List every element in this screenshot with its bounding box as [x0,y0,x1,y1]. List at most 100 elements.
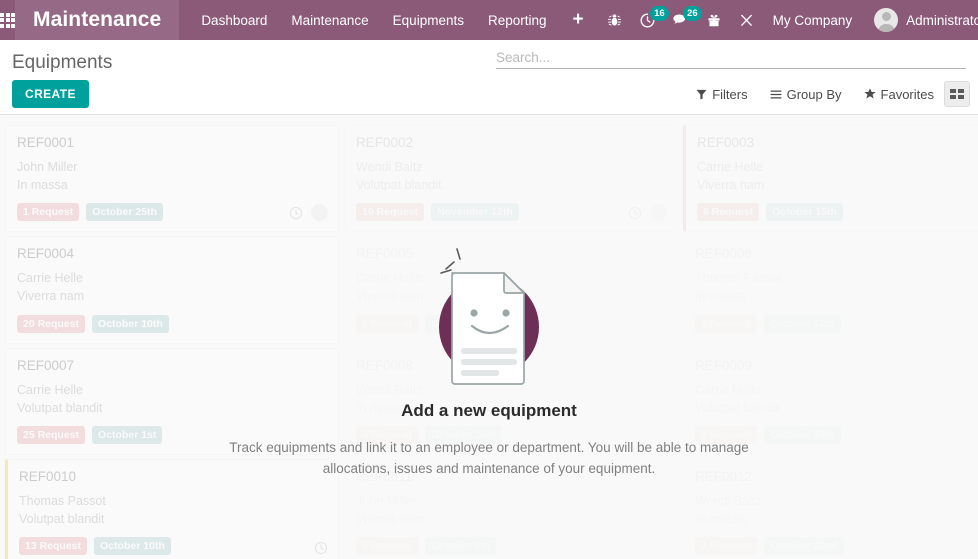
card-category: Volutpat blandit [19,511,105,526]
clock-icon [314,541,328,555]
kanban-view: REF0001 John Miller In massa 1 Request O… [0,115,978,559]
card-reference: REF0008 [356,358,666,373]
search-bar[interactable] [496,50,966,69]
kanban-card-ref0005[interactable]: REF0005 Carrie Helle Viverra nam 8 Reque… [344,236,678,343]
menu-item-reporting[interactable]: Reporting [476,0,559,40]
bug-icon [607,13,621,25]
card-tags: 10 Request November 12th [356,203,666,222]
kanban-card-ref0004[interactable]: REF0004 Carrie Helle Viverra nam 20 Requ… [5,236,339,344]
card-category: Viverra nam [356,510,666,528]
bug-icon-button[interactable] [598,0,631,40]
app-brand-maintenance[interactable]: Maintenance [15,0,180,40]
card-reference: REF0006 [695,246,978,261]
kanban-card-ref0003[interactable]: REF0003 Carrie Helle Viverra nam 6 Reque… [683,125,978,233]
card-date-tag: October 8th [425,537,496,555]
kanban-card-ref0011[interactable]: REF0011 John Miller Viverra nam 6 Reques… [344,459,678,559]
company-switcher[interactable]: My Company [763,0,863,40]
star-icon [863,88,876,99]
card-category: In massa [695,287,978,305]
card-reference: REF0003 [697,135,755,150]
card-tags: 6 Request October 15th [697,203,978,222]
card-request-tag: 10 Request [356,203,425,222]
kanban-view-button[interactable] [944,81,970,107]
search-options: Filters Group By Favorites [696,87,934,102]
card-tags: 13 Request October 10th [19,537,327,555]
filters-dropdown[interactable]: Filters [696,87,748,102]
favorites-dropdown[interactable]: Favorites [863,86,934,102]
kanban-card-ref0010[interactable]: REF0010 Thomas Passot Volutpat blandit 1… [5,458,339,559]
card-request-tag: 2 Request [695,537,757,555]
kanban-card-ref0009[interactable]: REF0009 Carrie Helle Volutpat blandit 9 … [683,348,978,455]
card-reference: REF0007 [17,357,75,373]
card-reference: REF0010 [19,468,77,484]
group-by-dropdown[interactable]: Group By [770,87,842,102]
card-owner: Carrie Helle [697,160,763,174]
kanban-card-ref0002[interactable]: REF0002 Wendi Baltz Volutpat blandit 10 … [344,125,678,233]
card-footer-right [314,541,328,555]
card-date-tag: October 20th [425,426,502,444]
kanban-card-ref0012[interactable]: REF0012 Wendi Baltz In massa 2 Request O… [683,459,978,559]
card-owner: Wendi Baltz [356,381,666,399]
card-request-tag: 8 Request [356,315,418,333]
search-input[interactable] [496,50,966,65]
control-panel: Equipments CREATE Filters Group By [0,40,978,115]
card-owner: Wendi Baltz [356,160,423,174]
kanban-grid-icon [950,89,964,99]
apps-grid-icon [0,12,15,28]
top-navbar: Maintenance Dashboard Maintenance Equipm… [0,0,978,40]
kanban-card-ref0007[interactable]: REF0007 Carrie Helle Volutpat blandit 25… [5,347,339,455]
card-category: Viverra nam [697,178,765,193]
quick-create-plus-icon[interactable]: + [559,0,598,40]
card-category: In massa [695,510,978,528]
apps-menu-toggle[interactable] [0,0,15,40]
card-tags: 1 Request October 25th [17,203,327,222]
card-owner: Thomas Passot [695,269,978,287]
card-reference: REF0005 [356,246,666,261]
card-owner: Carrie Helle [17,271,83,286]
card-owner: Wendi Baltz [695,492,978,510]
clock-icon [289,206,303,219]
card-category: Volutpat blandit [17,400,103,415]
menu-item-equipments[interactable]: Equipments [381,0,476,40]
card-request-tag: 6 Request [697,203,760,222]
card-request-tag: 25 Request [17,425,86,444]
kanban-card-ref0008[interactable]: REF0008 Wendi Baltz In massa 4 Request O… [344,348,678,455]
menu-item-dashboard[interactable]: Dashboard [189,0,279,40]
card-category: In massa [17,178,68,193]
menu-item-maintenance[interactable]: Maintenance [279,0,380,40]
user-menu[interactable]: Administrator (odo [862,0,978,40]
create-button[interactable]: CREATE [12,80,89,108]
card-tags: 6 Request October 8th [356,537,666,555]
activity-clock-icon-button[interactable]: 16 [631,0,670,40]
funnel-icon [696,89,707,100]
favorites-label: Favorites [880,86,934,102]
card-avatar [650,204,667,222]
bars-icon [770,89,782,99]
card-owner: John Miller [356,492,666,510]
navbar-right-section: 16 26 My Company Administrator [598,0,978,40]
card-category: Volutpat blandit [695,399,978,417]
card-date-tag: October 1st [92,425,163,444]
shears-icon-button[interactable] [730,0,763,40]
card-date-tag: October 22nd [764,537,844,555]
kanban-card-ref0001[interactable]: REF0001 John Miller In massa 1 Request O… [5,125,339,233]
card-footer-right [628,204,667,222]
card-owner: Thomas Passot [19,493,106,508]
card-category: Viverra nam [356,287,666,305]
card-owner: John Miller [17,160,78,174]
card-category: Volutpat blandit [356,178,442,193]
card-request-tag: 6 Request [356,537,418,555]
main-menu: Dashboard Maintenance Equipments Reporti… [189,0,558,40]
card-tags: 3 Request October 12th [695,315,978,333]
messages-icon-button[interactable]: 26 [664,0,703,40]
card-reference: REF0004 [17,246,75,262]
kanban-card-ref0006[interactable]: REF0006 Thomas Passot In massa 3 Request… [683,236,978,343]
gift-icon-button[interactable] [698,0,730,40]
card-request-tag: 20 Request [17,314,86,333]
card-footer-right [289,204,328,222]
card-tags: 8 Request October 5th [356,315,666,333]
card-reference: REF0011 [356,469,666,484]
control-panel-top-row: Equipments [0,40,978,74]
user-name-label: Administrator (odo [906,12,978,28]
card-date-tag: November 12th [431,203,519,222]
